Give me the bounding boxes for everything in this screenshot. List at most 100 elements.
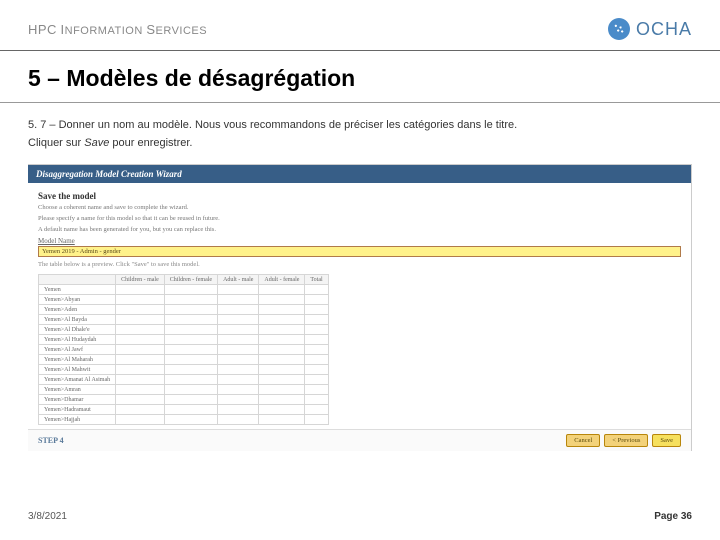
table-row-label: Yemen>Aden [39, 305, 116, 315]
table-cell [305, 325, 328, 335]
table-cell [116, 295, 165, 305]
table-row-label: Yemen>Dhamar [39, 395, 116, 405]
table-cell [164, 355, 217, 365]
table-header-cell: Adult - male [218, 275, 259, 285]
footer-date: 3/8/2021 [28, 511, 67, 522]
table-row-label: Yemen>Al Bayda [39, 315, 116, 325]
preview-table: Children - maleChildren - femaleAdult - … [38, 274, 329, 425]
table-row: Yemen>Amran [39, 385, 329, 395]
table-row: Yemen>Al Dhale'e [39, 325, 329, 335]
wizard-preview-note: The table below is a preview. Click "Sav… [38, 261, 681, 268]
table-cell [164, 295, 217, 305]
table-cell [218, 415, 259, 425]
wizard-title-bar: Disaggregation Model Creation Wizard [28, 165, 691, 183]
table-header-cell: Total [305, 275, 328, 285]
table-header-cell: Adult - female [259, 275, 305, 285]
table-cell [218, 335, 259, 345]
table-cell [164, 405, 217, 415]
table-cell [305, 395, 328, 405]
table-cell [164, 325, 217, 335]
wizard-default-note: A default name has been generated for yo… [38, 226, 681, 233]
table-cell [164, 415, 217, 425]
table-row: Yemen [39, 285, 329, 295]
table-cell [305, 385, 328, 395]
table-cell [218, 285, 259, 295]
table-cell [116, 415, 165, 425]
table-cell [218, 345, 259, 355]
table-cell [259, 405, 305, 415]
ocha-logo-icon [608, 18, 630, 40]
model-name-label: Model Name [38, 237, 681, 245]
table-cell [164, 345, 217, 355]
table-row: Yemen>Al Hudaydah [39, 335, 329, 345]
wizard-specify: Please specify a name for this model so … [38, 215, 681, 222]
table-cell [305, 405, 328, 415]
table-cell [218, 375, 259, 385]
model-name-input[interactable] [38, 246, 681, 257]
table-cell [116, 305, 165, 315]
table-row-label: Yemen>Al Hudaydah [39, 335, 116, 345]
table-row-label: Yemen>Amanat Al Asimah [39, 375, 116, 385]
table-row-label: Yemen>Al Dhale'e [39, 325, 116, 335]
table-cell [259, 285, 305, 295]
cancel-button[interactable]: Cancel [566, 434, 600, 447]
table-cell [305, 285, 328, 295]
table-cell [305, 365, 328, 375]
instruction-line-2: Cliquer sur Save pour enregistrer. [28, 135, 692, 153]
save-button[interactable]: Save [652, 434, 681, 447]
table-cell [164, 305, 217, 315]
table-row-label: Yemen>Hajjah [39, 415, 116, 425]
table-row: Yemen>Abyan [39, 295, 329, 305]
table-row: Yemen>Al Mahwit [39, 365, 329, 375]
table-cell [218, 365, 259, 375]
table-cell [218, 385, 259, 395]
table-row: Yemen>Al Maharah [39, 355, 329, 365]
table-cell [116, 325, 165, 335]
table-cell [164, 395, 217, 405]
wizard-save-sub: Choose a coherent name and save to compl… [38, 204, 681, 211]
table-cell [259, 345, 305, 355]
previous-button[interactable]: < Previous [604, 434, 648, 447]
table-cell [164, 335, 217, 345]
ocha-text: OCHA [636, 19, 692, 40]
wizard-step-bar: STEP 4 Cancel < Previous Save [28, 429, 691, 451]
table-cell [259, 305, 305, 315]
table-cell [305, 295, 328, 305]
table-cell [218, 315, 259, 325]
table-cell [116, 365, 165, 375]
footer: 3/8/2021 Page 36 [0, 511, 720, 522]
table-cell [259, 315, 305, 325]
table-header-cell: Children - male [116, 275, 165, 285]
instruction-line-1: 5. 7 – Donner un nom au modèle. Nous vou… [28, 117, 692, 135]
header-bar: HPC INFORMATION SERVICES OCHA [0, 0, 720, 51]
table-header-cell: Children - female [164, 275, 217, 285]
table-cell [259, 355, 305, 365]
table-cell [116, 345, 165, 355]
table-cell [305, 335, 328, 345]
table-cell [218, 305, 259, 315]
table-row: Yemen>Aden [39, 305, 329, 315]
table-row: Yemen>Hajjah [39, 415, 329, 425]
table-row-label: Yemen>Amran [39, 385, 116, 395]
footer-page: Page 36 [654, 511, 692, 522]
table-row: Yemen>Hadramaut [39, 405, 329, 415]
table-row: Yemen>Dhamar [39, 395, 329, 405]
table-cell [218, 395, 259, 405]
table-cell [305, 305, 328, 315]
table-row-label: Yemen>Abyan [39, 295, 116, 305]
table-row-label: Yemen [39, 285, 116, 295]
table-cell [116, 395, 165, 405]
instruction-text: 5. 7 – Donner un nom au modèle. Nous vou… [0, 103, 720, 158]
table-cell [305, 375, 328, 385]
table-cell [164, 315, 217, 325]
table-cell [218, 325, 259, 335]
table-cell [305, 315, 328, 325]
table-cell [305, 355, 328, 365]
wizard-save-heading: Save the model [38, 191, 681, 201]
table-row: Yemen>Al Jawf [39, 345, 329, 355]
table-cell [259, 385, 305, 395]
wizard-screenshot: Disaggregation Model Creation Wizard Sav… [28, 164, 692, 451]
ocha-brand: OCHA [608, 18, 692, 40]
table-row-label: Yemen>Al Maharah [39, 355, 116, 365]
table-cell [218, 355, 259, 365]
